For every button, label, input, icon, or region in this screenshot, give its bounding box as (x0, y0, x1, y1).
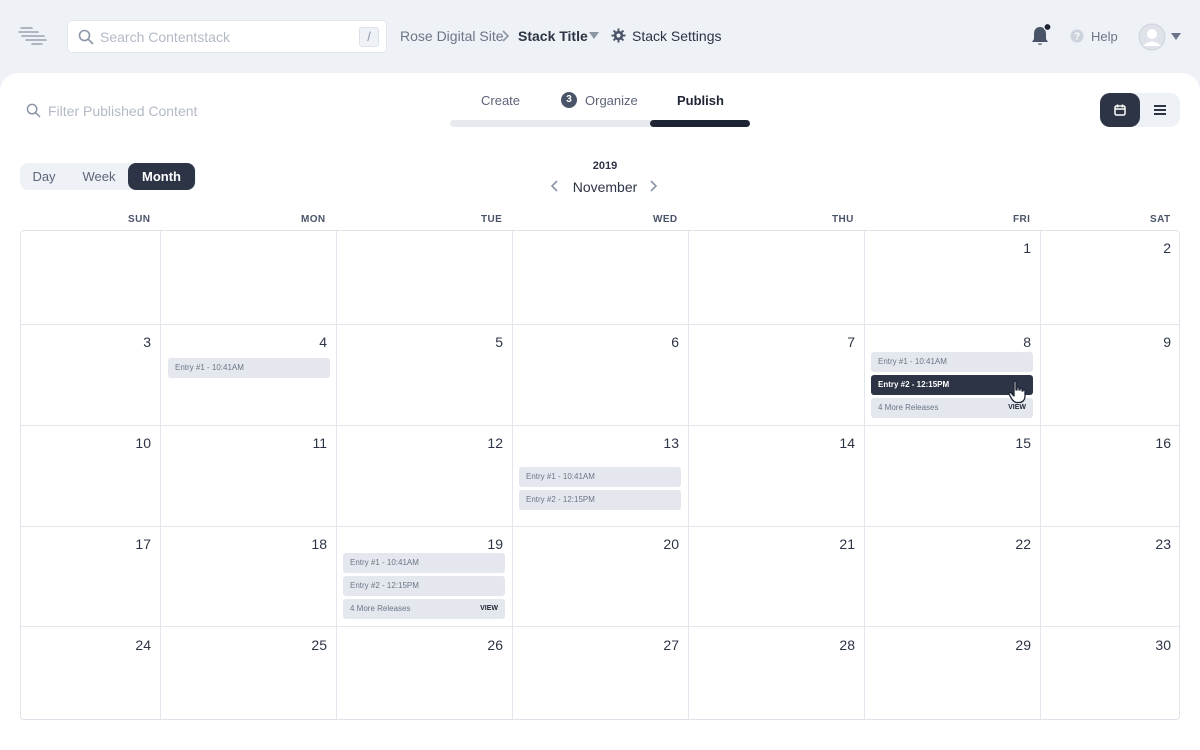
more-releases-row[interactable]: 4 More Releases VIEW (343, 599, 505, 619)
day-number[interactable]: 28 (825, 637, 855, 653)
day-number[interactable]: 25 (297, 637, 327, 653)
day-number[interactable]: 8 (1001, 334, 1031, 350)
weekday-wed: WED (653, 214, 678, 225)
help-question-icon[interactable]: ? (1070, 29, 1084, 43)
grid-divider (21, 626, 1179, 627)
day-number[interactable]: 22 (1001, 536, 1031, 552)
day-number[interactable]: 24 (121, 637, 151, 653)
day-number[interactable]: 18 (297, 536, 327, 552)
day-number[interactable]: 3 (121, 334, 151, 350)
day-number[interactable]: 20 (649, 536, 679, 552)
top-bar: / Rose Digital Site Stack Title Stack Se… (0, 0, 1200, 74)
month-calendar-grid: 1 2 3 4 5 6 7 8 9 10 11 12 13 14 15 16 1… (20, 230, 1180, 720)
publish-panel: Create 3 Organize Publish Day Week Month (0, 73, 1200, 750)
svg-text:?: ? (1074, 32, 1080, 43)
range-selector: Day Week Month (20, 163, 196, 190)
hand-pointer-cursor-icon (1008, 380, 1026, 404)
tab-organize-label: Organize (585, 92, 638, 108)
search-shortcut-key: / (359, 27, 379, 47)
day-number[interactable]: 6 (649, 334, 679, 350)
more-releases-label: 4 More Releases (878, 403, 939, 412)
day-number[interactable]: 14 (825, 435, 855, 451)
view-more-releases-link[interactable]: VIEW (480, 599, 498, 619)
notification-bell-icon[interactable] (1030, 23, 1052, 47)
grid-divider (160, 231, 161, 719)
day-number[interactable]: 23 (1141, 536, 1171, 552)
stack-title[interactable]: Stack Title (518, 28, 588, 44)
calendar-view-button[interactable] (1100, 93, 1140, 127)
day-number[interactable]: 17 (121, 536, 151, 552)
list-icon (1154, 105, 1166, 115)
grid-divider (864, 231, 865, 719)
day-number[interactable]: 21 (825, 536, 855, 552)
global-search[interactable]: / (67, 20, 387, 53)
grid-divider (21, 425, 1179, 426)
stack-dropdown-caret-icon[interactable] (589, 32, 599, 40)
gear-icon[interactable] (611, 28, 626, 43)
account-dropdown-caret-icon[interactable] (1171, 33, 1181, 41)
view-mode-toggle (1100, 93, 1180, 127)
filter-search-icon (26, 103, 41, 118)
breadcrumb-chevron-icon (502, 30, 510, 42)
day-number[interactable]: 2 (1141, 240, 1171, 256)
tab-create[interactable]: Create (481, 93, 520, 108)
active-tab-indicator (650, 120, 750, 127)
grid-divider (336, 231, 337, 719)
release-entry[interactable]: Entry #1 - 10:41AM (871, 352, 1033, 372)
day-number[interactable]: 7 (825, 334, 855, 350)
day-number[interactable]: 12 (473, 435, 503, 451)
day-number[interactable]: 26 (473, 637, 503, 653)
day-number[interactable]: 15 (1001, 435, 1031, 451)
day-number[interactable]: 9 (1141, 334, 1171, 350)
breadcrumb-site[interactable]: Rose Digital Site (400, 28, 504, 44)
calendar-month: November (572, 179, 638, 195)
release-entry[interactable]: Entry #1 - 10:41AM (168, 358, 330, 378)
range-month-button[interactable]: Month (128, 163, 195, 190)
day-number[interactable]: 30 (1141, 637, 1171, 653)
grid-divider (512, 231, 513, 719)
day-number[interactable]: 16 (1141, 435, 1171, 451)
grid-divider (688, 231, 689, 719)
user-avatar-icon[interactable] (1138, 23, 1166, 51)
grid-divider (1040, 231, 1041, 719)
weekday-thu: THU (832, 214, 854, 225)
day-number[interactable]: 10 (121, 435, 151, 451)
search-icon (78, 29, 94, 45)
day-number[interactable]: 11 (297, 435, 327, 451)
contentstack-logo-icon[interactable] (18, 24, 48, 48)
weekday-mon: MON (301, 214, 326, 225)
release-entry[interactable]: Entry #2 - 12:15PM (519, 490, 681, 510)
grid-divider (21, 526, 1179, 527)
day-number[interactable]: 19 (473, 536, 503, 552)
stack-settings-link[interactable]: Stack Settings (632, 28, 722, 44)
weekday-sat: SAT (1150, 214, 1171, 225)
day-number[interactable]: 4 (297, 334, 327, 350)
range-week-button[interactable]: Week (76, 163, 122, 190)
tab-publish[interactable]: Publish (677, 93, 724, 108)
day-number[interactable]: 29 (1001, 637, 1031, 653)
calendar-icon (1114, 104, 1126, 116)
list-view-button[interactable] (1140, 93, 1180, 127)
release-entry[interactable]: Entry #2 - 12:15PM (343, 576, 505, 596)
help-link[interactable]: Help (1091, 29, 1118, 44)
day-number[interactable]: 13 (649, 435, 679, 451)
organize-count-badge: 3 (561, 92, 577, 108)
range-day-button[interactable]: Day (20, 163, 68, 190)
search-input[interactable] (100, 25, 350, 49)
day-number[interactable]: 5 (473, 334, 503, 350)
weekday-fri: FRI (1013, 214, 1031, 225)
release-entry[interactable]: Entry #1 - 10:41AM (519, 467, 681, 487)
next-month-chevron-icon[interactable] (648, 179, 658, 193)
filter-published-input[interactable] (48, 100, 268, 122)
more-releases-label: 4 More Releases (350, 604, 411, 613)
release-entry[interactable]: Entry #1 - 10:41AM (343, 553, 505, 573)
weekday-sun: SUN (128, 214, 151, 225)
weekday-tue: TUE (481, 214, 503, 225)
tab-organize[interactable]: 3 Organize (561, 92, 638, 108)
previous-month-chevron-icon[interactable] (550, 179, 560, 193)
day-number[interactable]: 27 (649, 637, 679, 653)
calendar-year: 2019 (592, 160, 618, 172)
day-number[interactable]: 1 (1001, 240, 1031, 256)
grid-divider (21, 324, 1179, 325)
